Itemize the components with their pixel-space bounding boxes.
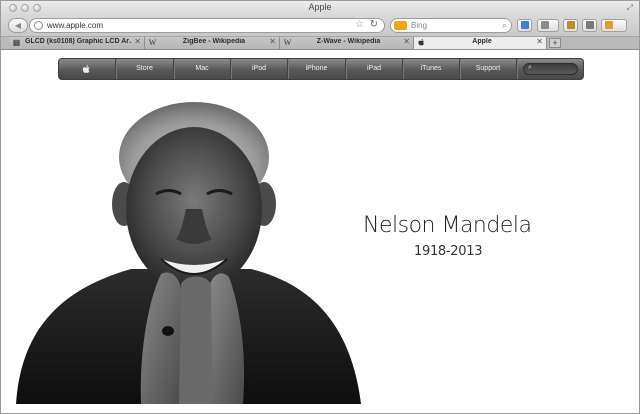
- tab-favicon: ▦: [12, 38, 21, 47]
- nav-ipod[interactable]: iPod: [231, 59, 288, 79]
- close-tab-icon[interactable]: ✕: [536, 37, 543, 46]
- nav-ipad[interactable]: iPad: [346, 59, 403, 79]
- nav-support[interactable]: Support: [460, 59, 517, 79]
- nav-search-input[interactable]: ⌕: [523, 63, 578, 75]
- extension-button-2[interactable]: [582, 19, 597, 32]
- nav-store[interactable]: Store: [116, 59, 174, 79]
- search-field[interactable]: Bing ⌕: [390, 18, 512, 33]
- browser-toolbar: ◀ www.apple.com ☆ ↻ Bing ⌕: [1, 15, 639, 37]
- close-tab-icon[interactable]: ✕: [134, 37, 141, 46]
- nav-itunes[interactable]: iTunes: [403, 59, 460, 79]
- new-tab-button[interactable]: +: [549, 38, 561, 48]
- hero-portrait-image: [16, 102, 361, 404]
- wikipedia-icon: W: [283, 38, 292, 47]
- bing-icon[interactable]: [394, 21, 407, 30]
- reload-icon[interactable]: ↻: [370, 19, 378, 30]
- title-bar: Apple ⤢: [1, 1, 639, 15]
- search-icon: ⌕: [528, 64, 532, 71]
- extension-button-1[interactable]: [563, 19, 578, 32]
- tab-title: ZigBee - Wikipedia: [182, 38, 246, 45]
- search-placeholder: Bing: [411, 21, 428, 30]
- bookmark-star-icon[interactable]: ☆: [355, 19, 364, 30]
- wikipedia-icon: W: [148, 38, 157, 47]
- window-title: Apple: [308, 2, 332, 12]
- tab-title: Z-Wave - Wikipedia: [316, 38, 381, 45]
- tab-apple[interactable]: Apple ✕: [414, 37, 547, 49]
- download-icon: [521, 21, 529, 29]
- browser-window: Apple ⤢ ◀ www.apple.com ☆ ↻ Bing ⌕ ▦ GLC…: [0, 0, 640, 414]
- apple-logo-icon: [82, 65, 90, 74]
- apple-icon: [418, 38, 424, 46]
- extension-button-3[interactable]: [601, 19, 627, 32]
- apple-global-nav: Store Mac iPod iPhone iPad iTunes Suppor…: [58, 58, 584, 80]
- back-arrow-icon: ◀: [14, 21, 22, 30]
- nav-iphone[interactable]: iPhone: [288, 59, 346, 79]
- tab-title: Apple: [472, 38, 492, 45]
- tab-title: GLCD (ks0108) Graphic LCD Ar…: [25, 38, 132, 45]
- address-bar[interactable]: www.apple.com ☆ ↻: [29, 18, 385, 33]
- close-tab-icon[interactable]: ✕: [403, 37, 410, 46]
- globe-icon: [34, 21, 43, 30]
- sidebar-icon: [541, 21, 549, 29]
- search-icon: ⌕: [501, 20, 507, 30]
- tab-zigbee[interactable]: W ZigBee - Wikipedia ✕: [145, 37, 280, 49]
- nav-mac[interactable]: Mac: [174, 59, 231, 79]
- mail-icon: [605, 21, 613, 29]
- apple-logo-link[interactable]: [59, 59, 116, 79]
- sidebar-button[interactable]: [537, 19, 559, 32]
- downloads-button[interactable]: [517, 19, 532, 32]
- tab-zwave[interactable]: W Z-Wave - Wikipedia ✕: [280, 37, 414, 49]
- url-text[interactable]: www.apple.com: [47, 21, 103, 30]
- tab-glcd[interactable]: ▦ GLCD (ks0108) Graphic LCD Ar… ✕: [9, 37, 145, 49]
- back-button[interactable]: ◀: [8, 18, 28, 33]
- extension-icon: [586, 21, 594, 29]
- fullscreen-icon[interactable]: ⤢: [627, 3, 633, 13]
- tab-bar: ▦ GLCD (ks0108) Graphic LCD Ar… ✕ W ZigB…: [1, 37, 639, 50]
- hero-subtitle: 1918-2013: [414, 244, 483, 259]
- close-tab-icon[interactable]: ✕: [269, 37, 276, 46]
- hero-title: Nelson Mandela: [363, 213, 532, 238]
- extension-icon: [567, 21, 575, 29]
